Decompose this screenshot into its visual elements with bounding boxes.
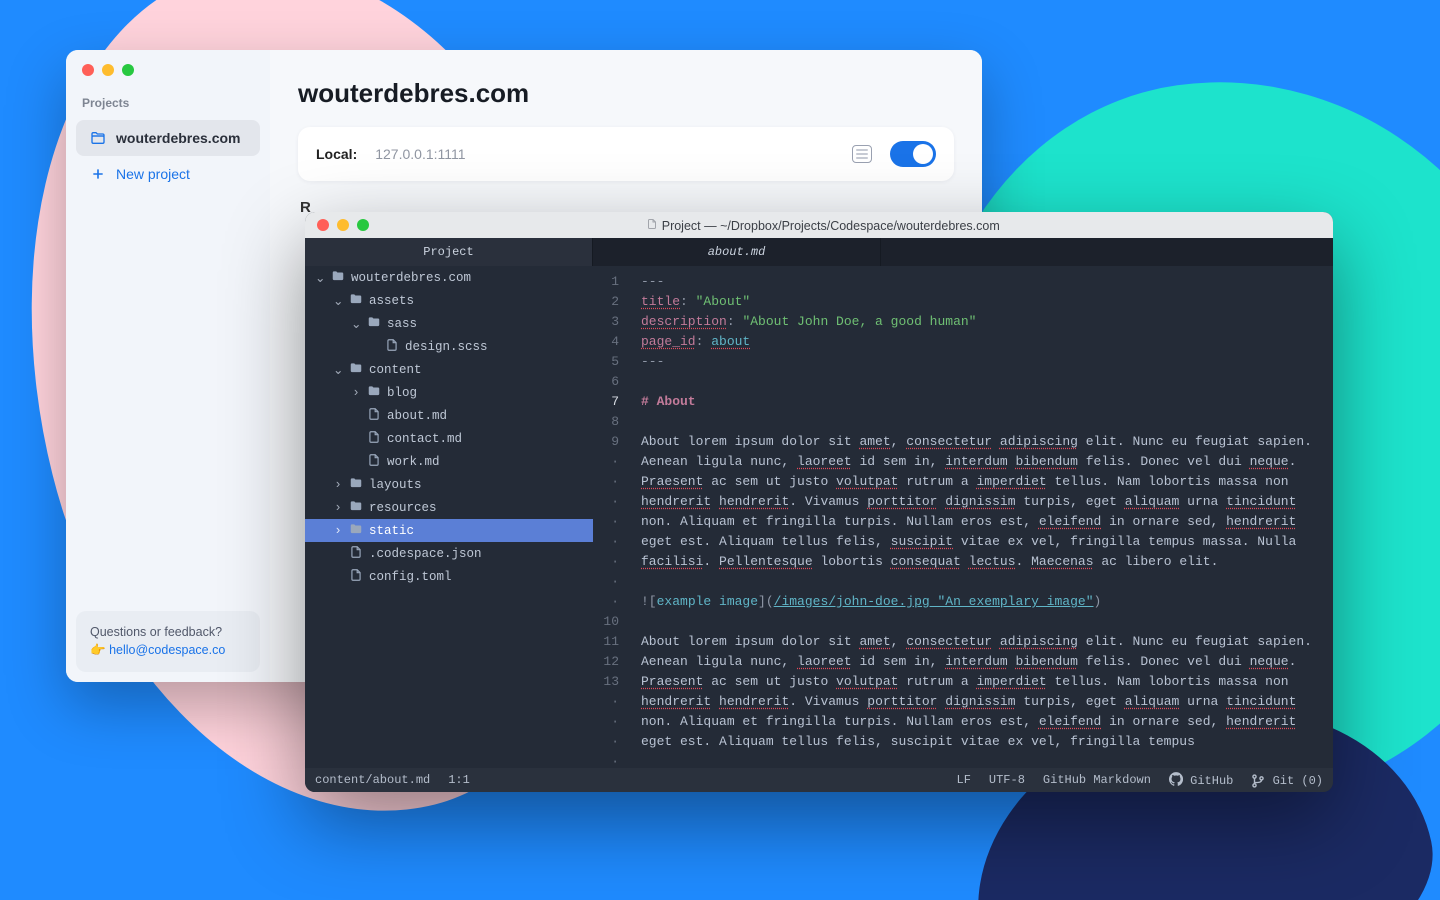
tree-item-label: work.md <box>387 455 440 469</box>
sidebar-item-project[interactable]: wouterdebres.com <box>76 120 260 156</box>
page-title: wouterdebres.com <box>298 78 954 109</box>
window-controls <box>66 50 270 82</box>
disclosure-arrow-icon[interactable]: ⌄ <box>333 362 343 378</box>
editor-statusbar: content/about.md 1:1 LF UTF-8 GitHub Mar… <box>305 768 1333 792</box>
tree-item-label: about.md <box>387 409 447 423</box>
plus-icon <box>90 166 106 182</box>
tree-item-label: resources <box>369 501 437 515</box>
server-toggle[interactable] <box>890 141 936 167</box>
tree-folder[interactable]: ⌄ sass <box>305 312 593 335</box>
sidebar-item-label: New project <box>116 166 190 182</box>
folder-icon <box>349 499 363 517</box>
tree-item-label: design.scss <box>405 340 488 354</box>
editor-titlebar: Project — ~/Dropbox/Projects/Codespace/w… <box>305 212 1333 238</box>
window-close-button[interactable] <box>82 64 94 76</box>
disclosure-arrow-icon[interactable]: › <box>333 524 343 538</box>
codespace-sidebar: Projects wouterdebres.com New project Qu… <box>66 50 270 682</box>
sidebar-item-label: wouterdebres.com <box>116 130 240 146</box>
tree-file[interactable]: .codespace.json <box>305 542 593 565</box>
code-source[interactable]: --- title: "About" description: "About J… <box>627 266 1333 768</box>
tree-file[interactable]: about.md <box>305 404 593 427</box>
editor-window-minimize-button[interactable] <box>337 219 349 231</box>
feedback-card: Questions or feedback? 👉 hello@codespace… <box>76 611 260 673</box>
tree-folder[interactable]: ⌄ content <box>305 358 593 381</box>
folder-icon <box>349 361 363 379</box>
folder-icon <box>349 476 363 494</box>
editor-window-close-button[interactable] <box>317 219 329 231</box>
editor-window-title: Project — ~/Dropbox/Projects/Codespace/w… <box>662 219 1000 233</box>
tree-file[interactable]: config.toml <box>305 565 593 588</box>
tree-file[interactable]: work.md <box>305 450 593 473</box>
file-icon <box>385 338 399 356</box>
file-icon <box>367 453 381 471</box>
tree-item-label: content <box>369 363 422 377</box>
tree-item-label: layouts <box>369 478 422 492</box>
tab-aboutmd[interactable]: about.md <box>593 238 881 266</box>
tree-item-label: .codespace.json <box>369 547 482 561</box>
status-encoding[interactable]: UTF-8 <box>989 773 1025 787</box>
folder-icon <box>367 384 381 402</box>
tree-item-label: contact.md <box>387 432 462 446</box>
tree-item-label: wouterdebres.com <box>351 271 471 285</box>
disclosure-arrow-icon[interactable]: ⌄ <box>333 293 343 309</box>
local-address-input[interactable] <box>375 146 834 162</box>
tree-item-label: sass <box>387 317 417 331</box>
disclosure-arrow-icon[interactable]: › <box>333 478 343 492</box>
file-icon <box>367 430 381 448</box>
file-icon <box>349 568 363 586</box>
line-gutter: 123456789········10111213····· <box>593 266 627 768</box>
status-eol[interactable]: LF <box>957 773 971 787</box>
status-git[interactable]: Git (0) <box>1251 772 1323 788</box>
tree-folder[interactable]: ⌄ assets <box>305 289 593 312</box>
feedback-heading: Questions or feedback? <box>90 623 246 642</box>
disclosure-arrow-icon[interactable]: ⌄ <box>315 270 325 286</box>
status-filepath[interactable]: content/about.md <box>315 773 430 787</box>
sidebar-new-project[interactable]: New project <box>76 156 260 192</box>
editor-window: Project — ~/Dropbox/Projects/Codespace/w… <box>305 212 1333 792</box>
editor-tabs: Project about.md <box>305 238 1333 266</box>
tree-folder[interactable]: › resources <box>305 496 593 519</box>
file-tree[interactable]: ⌄ wouterdebres.com ⌄ assets ⌄ sass design.scss… <box>305 266 593 768</box>
local-label: Local: <box>316 146 357 162</box>
project-icon <box>90 130 106 146</box>
git-branch-icon <box>1251 774 1265 788</box>
folder-icon <box>349 522 363 540</box>
status-grammar[interactable]: GitHub Markdown <box>1043 773 1151 787</box>
tree-item-label: blog <box>387 386 417 400</box>
tree-file[interactable]: contact.md <box>305 427 593 450</box>
status-remote[interactable]: GitHub <box>1169 772 1233 788</box>
github-icon <box>1169 772 1183 786</box>
disclosure-arrow-icon[interactable]: ⌄ <box>351 316 361 332</box>
tree-folder[interactable]: ⌄ wouterdebres.com <box>305 266 593 289</box>
document-icon <box>646 218 658 230</box>
status-cursor-pos[interactable]: 1:1 <box>448 773 470 787</box>
feedback-email-link[interactable]: hello@codespace.co <box>109 643 225 657</box>
file-icon <box>349 545 363 563</box>
code-editor[interactable]: 123456789········10111213····· --- title… <box>593 266 1333 768</box>
file-icon <box>367 407 381 425</box>
window-zoom-button[interactable] <box>122 64 134 76</box>
disclosure-arrow-icon[interactable]: › <box>333 501 343 515</box>
list-view-icon[interactable] <box>852 145 872 163</box>
tree-folder[interactable]: › static <box>305 519 593 542</box>
disclosure-arrow-icon[interactable]: › <box>351 386 361 400</box>
tree-item-label: assets <box>369 294 414 308</box>
tree-item-label: config.toml <box>369 570 452 584</box>
pointing-hand-icon: 👉 <box>90 643 106 657</box>
window-minimize-button[interactable] <box>102 64 114 76</box>
local-server-card: Local: <box>298 127 954 181</box>
editor-window-zoom-button[interactable] <box>357 219 369 231</box>
folder-icon <box>367 315 381 333</box>
tree-file[interactable]: design.scss <box>305 335 593 358</box>
tab-project[interactable]: Project <box>305 238 593 266</box>
tree-item-label: static <box>369 524 414 538</box>
tree-folder[interactable]: › blog <box>305 381 593 404</box>
sidebar-heading: Projects <box>66 82 270 120</box>
folder-icon <box>331 269 345 287</box>
folder-icon <box>349 292 363 310</box>
tree-folder[interactable]: › layouts <box>305 473 593 496</box>
